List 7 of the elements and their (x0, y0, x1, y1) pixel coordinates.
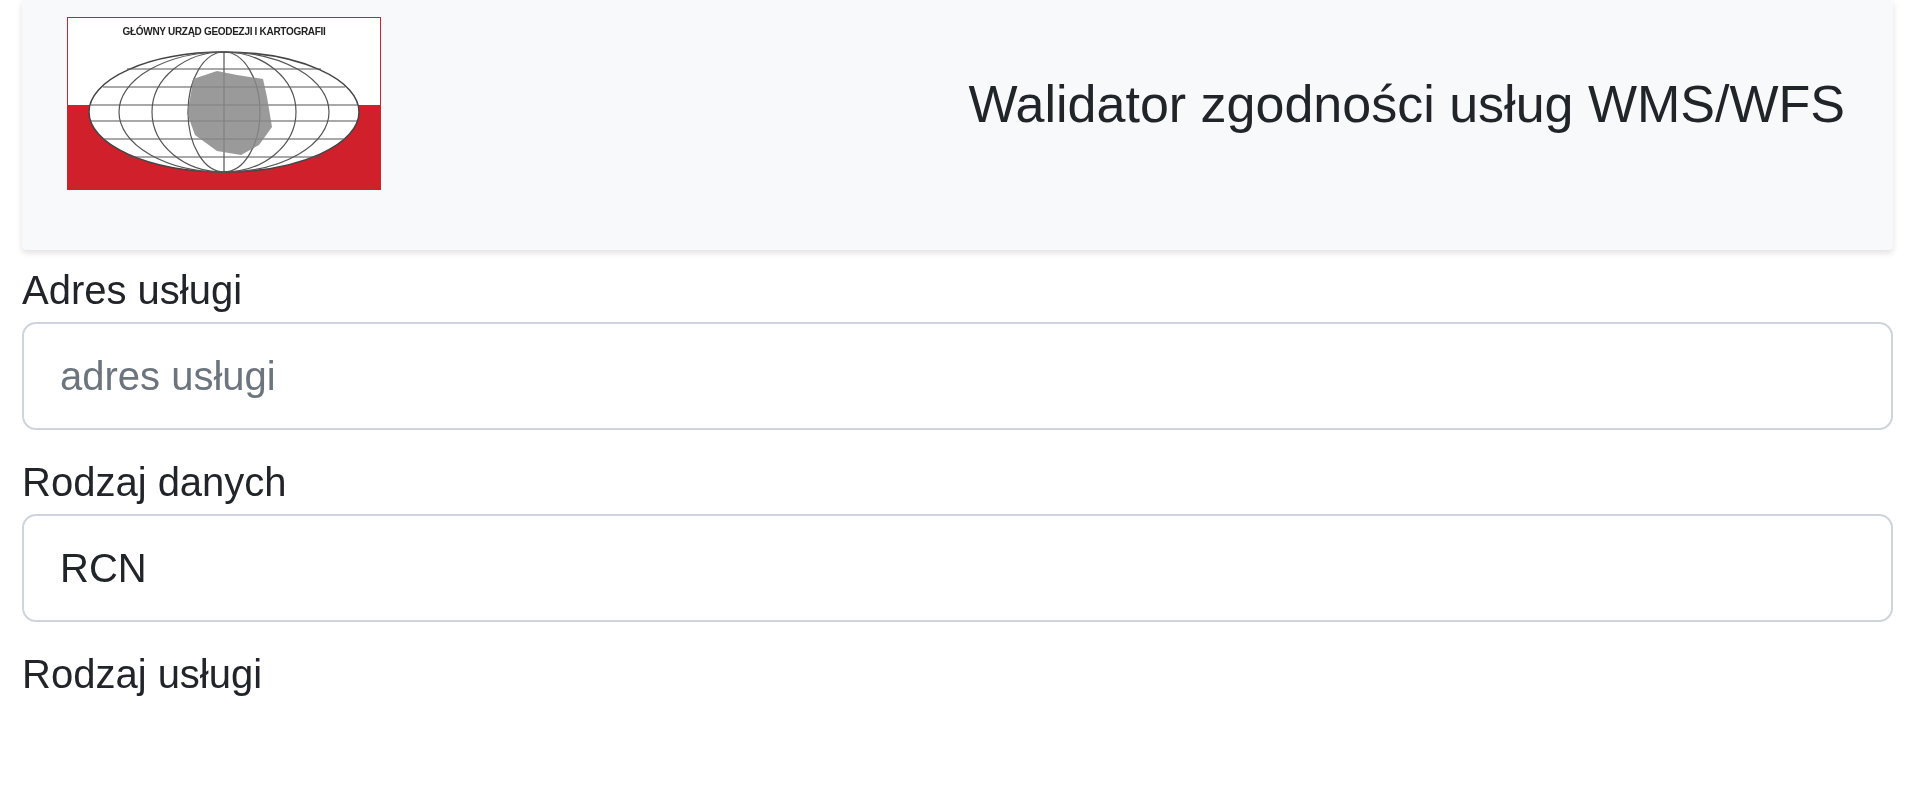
field-label: Rodzaj danych (22, 459, 287, 506)
text-field[interactable]: adres usługi (22, 322, 1893, 430)
field-label: Adres usługi (22, 267, 243, 314)
page-title: Walidator zgodności usług WMS/WFS (968, 74, 1845, 134)
dropdown-field[interactable]: RCN (22, 514, 1893, 622)
field-label: Rodzaj usługi (22, 651, 263, 698)
logo-text: GŁÓWNY URZĄD GEODEZJI I KARTOGRAFII (121, 25, 327, 37)
